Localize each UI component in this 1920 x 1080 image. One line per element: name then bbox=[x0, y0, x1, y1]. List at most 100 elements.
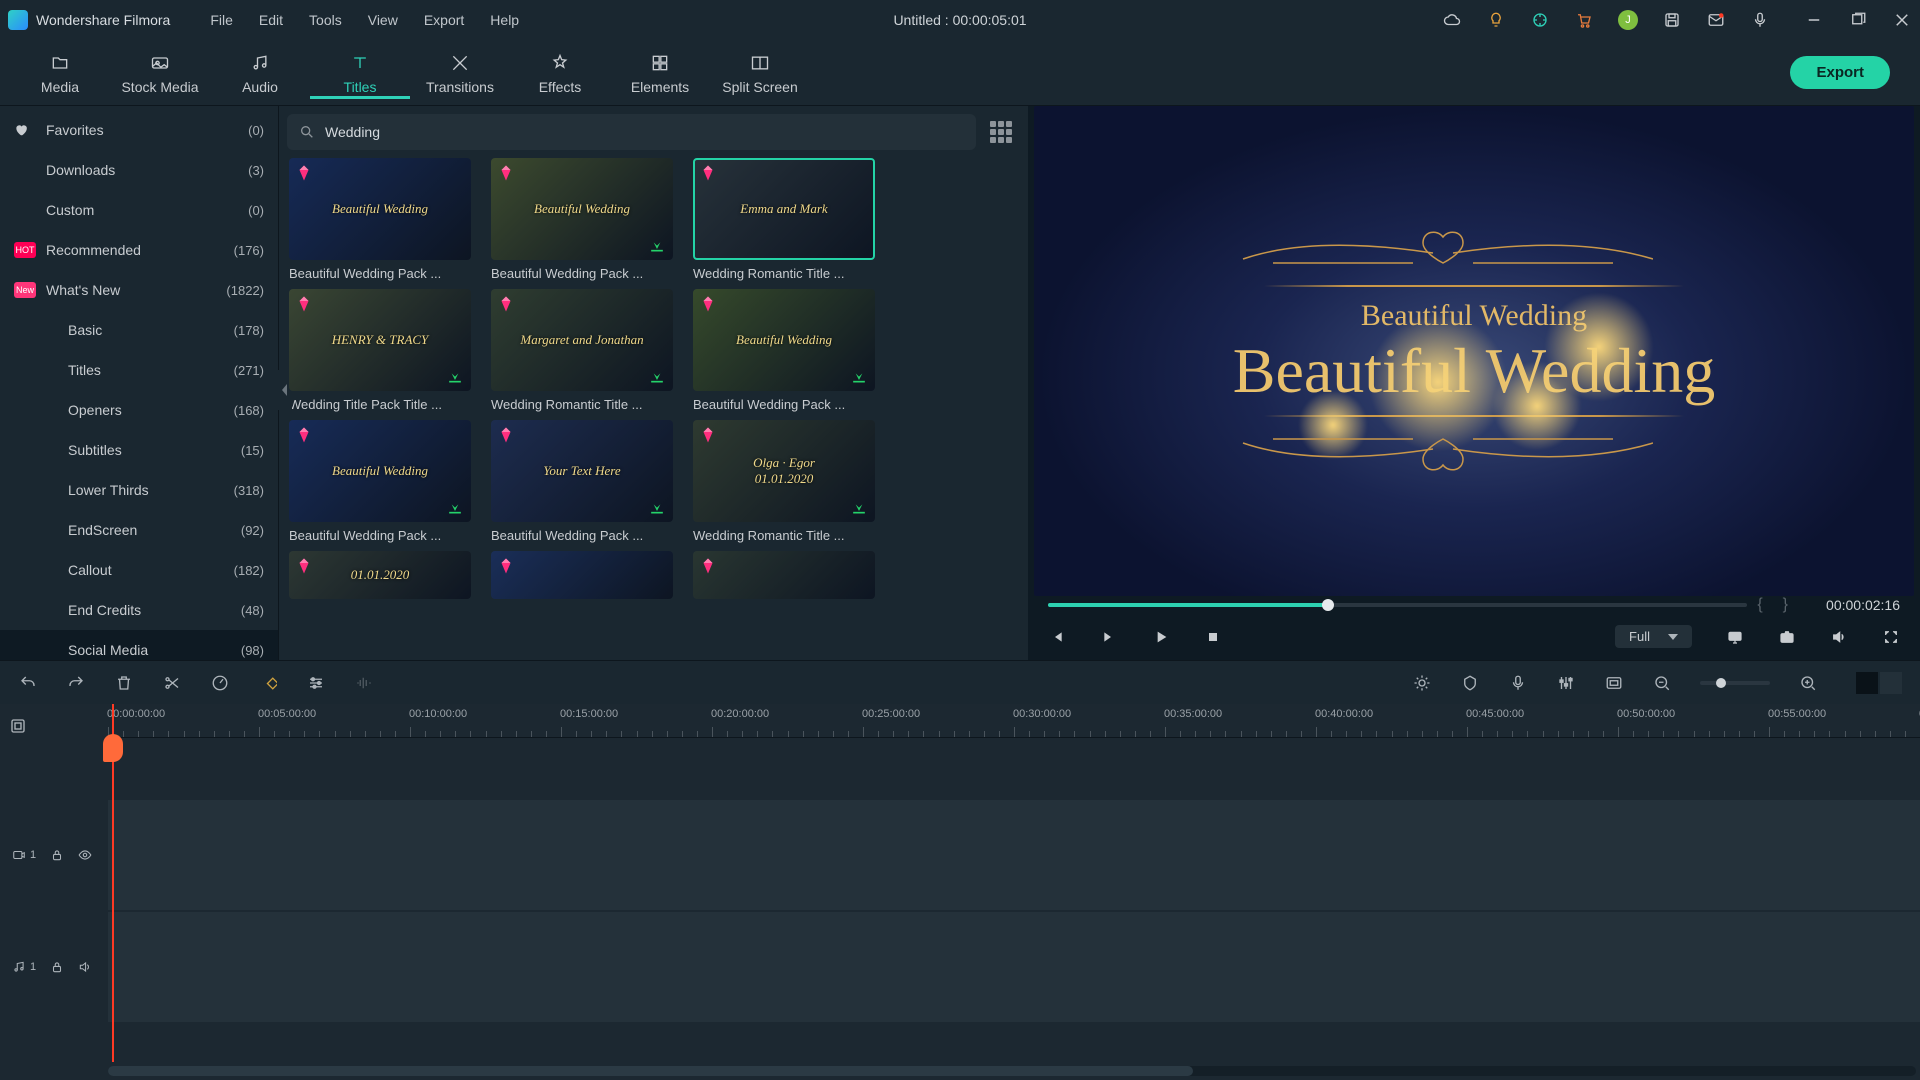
redo-button[interactable] bbox=[66, 673, 86, 693]
title-card[interactable]: Olga · Egor01.01.2020Wedding Romantic Ti… bbox=[693, 420, 875, 543]
timeline-playhead[interactable] bbox=[112, 704, 114, 1062]
menu-edit[interactable]: Edit bbox=[259, 12, 283, 28]
audio-track-1[interactable]: 1 bbox=[0, 912, 1920, 1022]
sidebar-item-end-credits[interactable]: End Credits(48) bbox=[0, 590, 278, 630]
title-card[interactable]: Beautiful WeddingBeautiful Wedding Pack … bbox=[289, 158, 471, 281]
title-thumbnail[interactable]: Emma and Mark bbox=[693, 158, 875, 260]
prev-frame-button[interactable] bbox=[1048, 628, 1066, 646]
title-thumbnail[interactable] bbox=[491, 551, 673, 599]
tab-effects[interactable]: Effects bbox=[510, 47, 610, 99]
title-thumbnail[interactable]: 01.01.2020 bbox=[289, 551, 471, 599]
tips-icon[interactable] bbox=[1486, 10, 1506, 30]
sidebar-item-lower-thirds[interactable]: Lower Thirds(318) bbox=[0, 470, 278, 510]
maximize-button[interactable] bbox=[1848, 10, 1868, 30]
title-card[interactable]: 01.01.2020 bbox=[289, 551, 471, 599]
sidebar-item-openers[interactable]: Openers(168) bbox=[0, 390, 278, 430]
mixer-button[interactable] bbox=[1556, 673, 1576, 693]
scrub-knob[interactable] bbox=[1322, 599, 1334, 611]
title-thumbnail[interactable]: Margaret and Jonathan bbox=[491, 289, 673, 391]
split-button[interactable] bbox=[162, 673, 182, 693]
title-card[interactable]: Beautiful WeddingBeautiful Wedding Pack … bbox=[693, 289, 875, 412]
track-manager-button[interactable] bbox=[6, 714, 30, 738]
close-button[interactable] bbox=[1892, 10, 1912, 30]
sidebar-item-social-media[interactable]: Social Media(98) bbox=[0, 630, 278, 660]
title-card[interactable]: Your Text HereBeautiful Wedding Pack ... bbox=[491, 420, 673, 543]
sidebar-item-subtitles[interactable]: Subtitles(15) bbox=[0, 430, 278, 470]
sidebar-item-endscreen[interactable]: EndScreen(92) bbox=[0, 510, 278, 550]
title-thumbnail[interactable]: Beautiful Wedding bbox=[693, 289, 875, 391]
mark-out-brace[interactable]: } bbox=[1773, 596, 1798, 614]
crop-button[interactable] bbox=[258, 673, 278, 693]
menu-file[interactable]: File bbox=[210, 12, 233, 28]
menu-tools[interactable]: Tools bbox=[309, 12, 342, 28]
support-icon[interactable] bbox=[1530, 10, 1550, 30]
menu-export[interactable]: Export bbox=[424, 12, 464, 28]
keyframe-button[interactable] bbox=[1604, 673, 1624, 693]
user-avatar[interactable]: J bbox=[1618, 10, 1638, 30]
sidebar-item-titles[interactable]: Titles(271) bbox=[0, 350, 278, 390]
mute-icon[interactable] bbox=[78, 960, 92, 974]
title-card[interactable]: Emma and MarkWedding Romantic Title ... bbox=[693, 158, 875, 281]
title-card[interactable] bbox=[491, 551, 673, 599]
title-card[interactable]: Margaret and JonathanWedding Romantic Ti… bbox=[491, 289, 673, 412]
search-box[interactable] bbox=[287, 114, 976, 150]
menu-help[interactable]: Help bbox=[490, 12, 519, 28]
timeline-horizontal-scrollbar[interactable] bbox=[108, 1066, 1916, 1076]
delete-button[interactable] bbox=[114, 673, 134, 693]
tab-titles[interactable]: Titles bbox=[310, 47, 410, 99]
lock-icon[interactable] bbox=[50, 848, 64, 862]
title-card[interactable]: Beautiful WeddingBeautiful Wedding Pack … bbox=[491, 158, 673, 281]
title-thumbnail[interactable]: HENRY & TRACY bbox=[289, 289, 471, 391]
timeline-ruler[interactable]: 00:00:00:0000:05:00:0000:10:00:0000:15:0… bbox=[108, 704, 1920, 738]
video-track-1[interactable]: 1 bbox=[0, 800, 1920, 910]
voiceover-button[interactable] bbox=[1508, 673, 1528, 693]
grid-view-toggle[interactable] bbox=[990, 121, 1012, 143]
tab-split-screen[interactable]: Split Screen bbox=[710, 47, 810, 99]
export-button[interactable]: Export bbox=[1790, 56, 1890, 89]
marker-button[interactable] bbox=[1460, 673, 1480, 693]
title-thumbnail[interactable] bbox=[693, 551, 875, 599]
sidebar-item-downloads[interactable]: Downloads(3) bbox=[0, 150, 278, 190]
title-card[interactable]: Beautiful WeddingBeautiful Wedding Pack … bbox=[289, 420, 471, 543]
timeline-view-mode[interactable] bbox=[1856, 672, 1902, 694]
lock-icon[interactable] bbox=[50, 960, 64, 974]
title-thumbnail[interactable]: Beautiful Wedding bbox=[289, 420, 471, 522]
tab-transitions[interactable]: Transitions bbox=[410, 47, 510, 99]
play-button[interactable] bbox=[1152, 628, 1170, 646]
sidebar-item-basic[interactable]: Basic(178) bbox=[0, 310, 278, 350]
cloud-icon[interactable] bbox=[1442, 10, 1462, 30]
fullscreen-icon[interactable] bbox=[1882, 628, 1900, 646]
stop-button[interactable] bbox=[1204, 628, 1222, 646]
mark-in-brace[interactable]: { bbox=[1747, 596, 1772, 614]
audio-wave-button[interactable] bbox=[354, 673, 374, 693]
tab-audio[interactable]: Audio bbox=[210, 47, 310, 99]
messages-icon[interactable] bbox=[1706, 10, 1726, 30]
zoom-slider[interactable] bbox=[1700, 681, 1770, 685]
sidebar-item-custom[interactable]: Custom(0) bbox=[0, 190, 278, 230]
tab-elements[interactable]: Elements bbox=[610, 47, 710, 99]
save-icon[interactable] bbox=[1662, 10, 1682, 30]
snapshot-icon[interactable] bbox=[1778, 628, 1796, 646]
next-frame-button[interactable] bbox=[1100, 628, 1118, 646]
title-thumbnail[interactable]: Your Text Here bbox=[491, 420, 673, 522]
zoom-out-button[interactable] bbox=[1652, 673, 1672, 693]
minimize-button[interactable] bbox=[1804, 10, 1824, 30]
sidebar-item-favorites[interactable]: Favorites(0) bbox=[0, 110, 278, 150]
undo-button[interactable] bbox=[18, 673, 38, 693]
title-thumbnail[interactable]: Olga · Egor01.01.2020 bbox=[693, 420, 875, 522]
sidebar-item-callout[interactable]: Callout(182) bbox=[0, 550, 278, 590]
speed-button[interactable] bbox=[210, 673, 230, 693]
search-input[interactable] bbox=[325, 124, 964, 140]
sidebar-item-what-s-new[interactable]: NewWhat's New(1822) bbox=[0, 270, 278, 310]
record-icon[interactable] bbox=[1750, 10, 1770, 30]
visibility-icon[interactable] bbox=[78, 848, 92, 862]
cart-icon[interactable] bbox=[1574, 10, 1594, 30]
tab-media[interactable]: Media bbox=[10, 47, 110, 99]
title-thumbnail[interactable]: Beautiful Wedding bbox=[289, 158, 471, 260]
tab-stock-media[interactable]: Stock Media bbox=[110, 47, 210, 99]
render-preview-button[interactable] bbox=[1412, 673, 1432, 693]
zoom-in-button[interactable] bbox=[1798, 673, 1818, 693]
preview-scrubber[interactable]: { } 00:00:02:16 bbox=[1034, 596, 1914, 614]
title-card[interactable]: HENRY & TRACYWedding Title Pack Title ..… bbox=[289, 289, 471, 412]
title-thumbnail[interactable]: Beautiful Wedding bbox=[491, 158, 673, 260]
